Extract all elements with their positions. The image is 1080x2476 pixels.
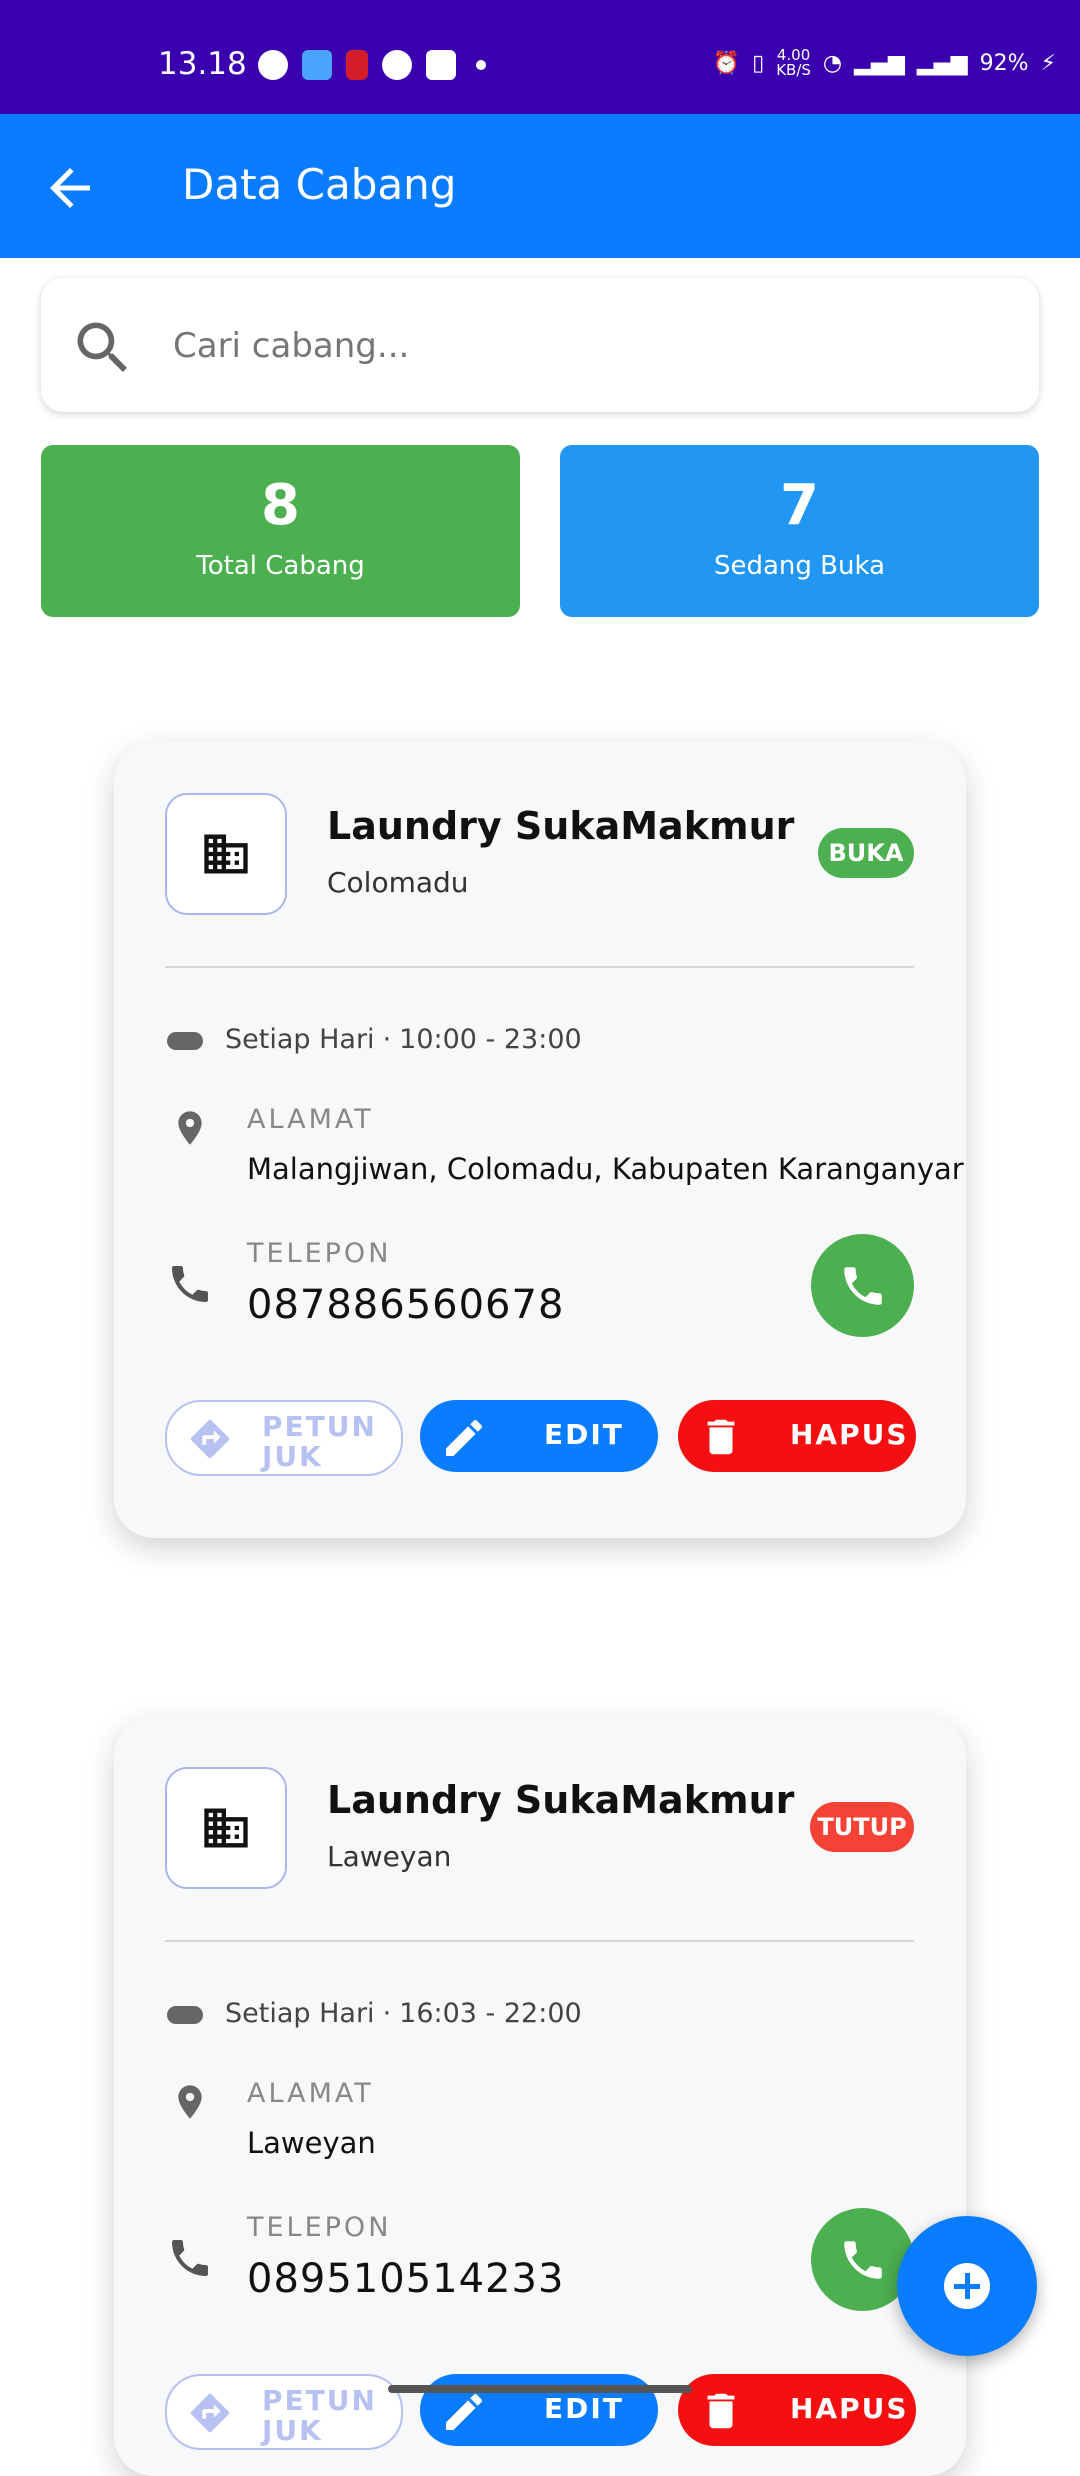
stat-open-value: 7 <box>780 473 819 538</box>
page-title: Data Cabang <box>182 160 457 209</box>
directions-label: PETUNJUK <box>262 1410 377 1473</box>
call-button[interactable] <box>811 1234 914 1337</box>
charging-icon: ⚡ <box>1040 50 1056 76</box>
status-badge: TUTUP <box>810 1802 914 1852</box>
branch-name: Laundry SukaMakmur <box>327 804 795 848</box>
delete-label: HAPUS <box>790 1418 909 1451</box>
app-bar: Data Cabang <box>0 114 1080 258</box>
pencil-icon <box>446 1419 483 1456</box>
delete-button[interactable]: HAPUS <box>678 2374 916 2446</box>
search-icon <box>77 322 128 373</box>
signal-icon: ▂▄▆ <box>854 50 905 76</box>
branch-card: Laundry SukaMakmur Laweyan TUTUP Setiap … <box>114 1716 966 2476</box>
schedule-icon <box>167 1032 203 1050</box>
hours-time: 10:00 - 23:00 <box>399 1024 582 1055</box>
instagram-icon <box>426 50 456 80</box>
edit-button[interactable]: EDIT <box>420 1400 658 1472</box>
address-label: ALAMAT <box>247 2078 374 2109</box>
status-time: 13.18 <box>158 46 247 82</box>
system-icons: ⏰ ▯ 4.00 KB/S ◔ ▂▄▆ ▂▄▆ 92% ⚡ <box>713 48 1056 78</box>
status-badge: BUKA <box>818 828 914 878</box>
search-box[interactable] <box>41 278 1039 412</box>
hours-days: Setiap Hari <box>225 1998 375 2029</box>
trash-icon <box>707 1419 735 1455</box>
stat-total-value: 8 <box>261 473 300 538</box>
app-icon <box>302 50 332 80</box>
facebook-icon <box>382 50 412 80</box>
directions-icon <box>190 1419 230 1459</box>
phone-icon <box>844 1267 882 1305</box>
divider <box>165 1940 914 1942</box>
phone-icon <box>172 1266 208 1302</box>
phone-label: TELEPON <box>247 2212 392 2243</box>
stat-total-label: Total Cabang <box>196 551 365 581</box>
phone-icon <box>844 2241 882 2279</box>
stat-total-branches: 8 Total Cabang <box>41 445 520 617</box>
add-branch-button[interactable] <box>897 2216 1037 2356</box>
wifi-icon: ◔ <box>822 50 843 76</box>
branch-card: Laundry SukaMakmur Colomadu BUKA Setiap … <box>114 742 966 1538</box>
building-avatar <box>165 793 287 915</box>
branch-area: Colomadu <box>327 866 469 899</box>
directions-button[interactable]: PETUNJUK <box>165 1400 403 1476</box>
branch-address: Laweyan <box>247 2126 376 2160</box>
search-input[interactable] <box>171 312 995 380</box>
divider <box>165 966 914 968</box>
status-bar: 13.18 ⏰ ▯ 4.00 KB/S ◔ ▂▄▆ ▂▄▆ 92% ⚡ <box>0 0 1080 114</box>
phone-icon <box>172 2240 208 2276</box>
branch-address: Malangjiwan, Colomadu, Kabupaten Karanga… <box>247 1152 964 1186</box>
location-pin-icon <box>178 2085 202 2119</box>
delete-button[interactable]: HAPUS <box>678 1400 916 1472</box>
pay-icon <box>346 50 368 80</box>
home-indicator[interactable] <box>388 2385 692 2393</box>
net-speed-unit: KB/S <box>776 61 811 79</box>
stat-open-branches: 7 Sedang Buka <box>560 445 1039 617</box>
schedule-icon <box>167 2006 203 2024</box>
add-icon <box>944 2263 990 2309</box>
branch-phone: 087886560678 <box>247 1282 565 1328</box>
net-speed: 4.00 KB/S <box>776 48 811 78</box>
branch-name: Laundry SukaMakmur <box>327 1778 795 1822</box>
whatsapp-icon <box>258 50 288 80</box>
hours-separator: · <box>382 1998 392 2029</box>
building-icon <box>204 834 248 874</box>
hours-days: Setiap Hari <box>225 1024 375 1055</box>
directions-button[interactable]: PETUNJUK <box>165 2374 403 2450</box>
vibrate-icon: ▯ <box>752 50 765 76</box>
pencil-icon <box>446 2393 483 2430</box>
signal-icon-2: ▂▄▆ <box>916 50 968 76</box>
branch-area: Laweyan <box>327 1840 452 1873</box>
battery-level: 92% <box>979 50 1029 76</box>
delete-label: HAPUS <box>790 2392 909 2425</box>
phone-label: TELEPON <box>247 1238 392 1269</box>
notification-icons <box>258 50 486 80</box>
trash-icon <box>707 2393 735 2429</box>
building-avatar <box>165 1767 287 1889</box>
opening-hours: Setiap Hari · 10:00 - 23:00 <box>225 1024 582 1055</box>
hours-separator: · <box>382 1024 392 1055</box>
building-icon <box>204 1808 248 1848</box>
alarm-icon: ⏰ <box>712 50 741 76</box>
edit-label: EDIT <box>544 2392 624 2425</box>
hours-time: 16:03 - 22:00 <box>399 1998 582 2029</box>
directions-label: PETUNJUK <box>262 2384 377 2447</box>
arrow-left-icon <box>50 168 90 208</box>
opening-hours: Setiap Hari · 16:03 - 22:00 <box>225 1998 582 2029</box>
address-label: ALAMAT <box>247 1104 374 1135</box>
location-pin-icon <box>178 1111 202 1145</box>
edit-label: EDIT <box>544 1418 624 1451</box>
branch-phone: 089510514233 <box>247 2256 565 2302</box>
stat-open-label: Sedang Buka <box>713 551 886 581</box>
directions-icon <box>190 2393 230 2433</box>
back-button[interactable] <box>40 158 100 218</box>
more-notifications-icon <box>476 60 486 70</box>
